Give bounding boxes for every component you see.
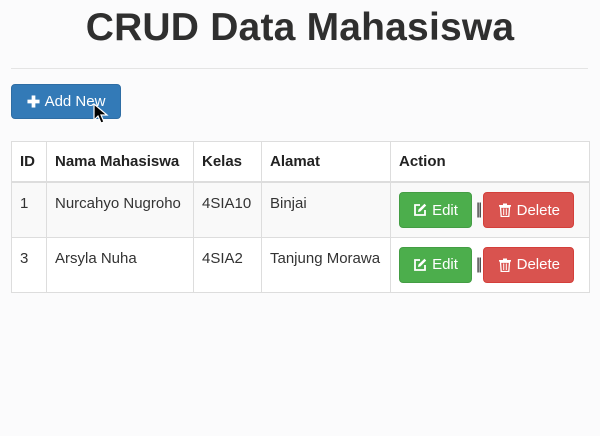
delete-button[interactable]: Delete — [483, 192, 575, 228]
edit-label: Edit — [432, 256, 458, 273]
title-divider — [11, 68, 588, 69]
cell-kelas: 4SIA10 — [193, 181, 262, 238]
delete-label: Delete — [516, 201, 560, 219]
cell-kelas: 4SIA2 — [193, 236, 262, 293]
cell-nama: Arsyla Nuha — [46, 236, 194, 293]
action-separator: || — [476, 201, 482, 218]
edit-icon — [414, 258, 427, 271]
cell-nama: Nurcahyo Nugroho — [46, 181, 194, 238]
edit-label: Edit — [432, 201, 458, 219]
header-nama: Nama Mahasiswa — [46, 141, 194, 183]
plus-icon — [27, 95, 40, 108]
header-action: Action — [390, 141, 590, 183]
delete-label: Delete — [516, 256, 560, 273]
edit-button[interactable]: Edit — [399, 192, 472, 228]
mouse-pointer-icon — [93, 103, 109, 124]
cell-alamat: Binjai — [261, 181, 391, 238]
cell-actions: Edit || Delete — [390, 236, 590, 293]
action-separator: || — [476, 255, 482, 273]
header-alamat: Alamat — [261, 141, 391, 183]
page: CRUD Data Mahasiswa Add New ID Nama Maha… — [0, 0, 600, 436]
edit-button[interactable]: Edit — [399, 246, 472, 283]
header-id: ID — [11, 141, 47, 183]
page-title: CRUD Data Mahasiswa — [85, 6, 515, 49]
cell-actions: Edit || Delete — [390, 181, 590, 238]
cell-id: 1 — [11, 181, 47, 238]
delete-button[interactable]: Delete — [483, 246, 575, 283]
table-row: 3 Arsyla Nuha 4SIA2 Tanjung Morawa Edit … — [11, 236, 590, 293]
edit-icon — [414, 203, 427, 216]
mahasiswa-table: ID Nama Mahasiswa Kelas Alamat Action 1 … — [11, 141, 590, 293]
header-kelas: Kelas — [193, 141, 262, 183]
cell-alamat: Tanjung Morawa — [261, 236, 391, 293]
trash-icon — [498, 258, 511, 272]
table-row: 1 Nurcahyo Nugroho 4SIA10 Binjai Edit || — [11, 181, 590, 238]
trash-icon — [498, 203, 511, 217]
cell-id: 3 — [11, 236, 47, 293]
table-header-row: ID Nama Mahasiswa Kelas Alamat Action — [11, 141, 590, 183]
